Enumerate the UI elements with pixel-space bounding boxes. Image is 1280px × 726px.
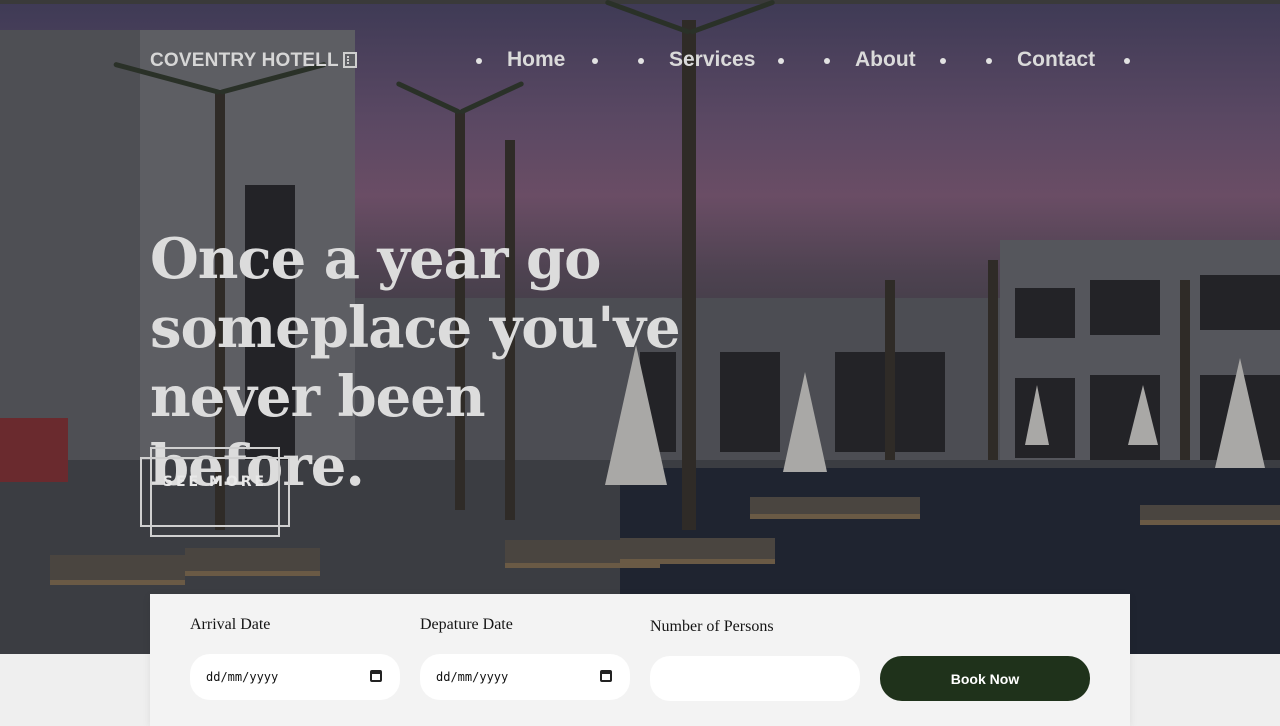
nav-home[interactable]: Home: [507, 48, 565, 72]
window: [1090, 280, 1160, 335]
nav-dot: [824, 58, 830, 64]
palm-frond: [458, 80, 525, 115]
palm-frond: [689, 0, 776, 35]
window: [720, 352, 780, 452]
lounger: [50, 555, 185, 585]
nav-services[interactable]: Services: [669, 48, 755, 72]
palm-frond: [604, 0, 691, 35]
palm-tree: [1180, 280, 1190, 460]
book-now-button[interactable]: Book Now: [880, 656, 1090, 701]
lounger: [185, 548, 320, 576]
nav-dot: [592, 58, 598, 64]
nav-dot: [940, 58, 946, 64]
departure-date-value: dd/mm/yyyy: [436, 670, 509, 684]
top-border: [0, 0, 1280, 4]
arrival-date-label: Arrival Date: [190, 616, 271, 633]
persons-label: Number of Persons: [650, 618, 774, 635]
nav-contact[interactable]: Contact: [1017, 48, 1095, 72]
palm-frond: [395, 80, 462, 115]
brand-logo[interactable]: COVENTRY HOTELL: [150, 50, 339, 72]
arrival-date-value: dd/mm/yyyy: [206, 670, 279, 684]
lounger: [620, 538, 775, 564]
window: [1200, 275, 1280, 330]
persons-input[interactable]: [650, 656, 860, 701]
nav-dot: [986, 58, 992, 64]
nav-dot: [778, 58, 784, 64]
booking-panel: Arrival Date dd/mm/yyyy Depature Date dd…: [150, 594, 1130, 726]
window: [1015, 288, 1075, 338]
see-more-button[interactable]: SEE MORE: [152, 475, 278, 490]
departure-date-input[interactable]: dd/mm/yyyy: [420, 654, 630, 700]
arrival-date-input[interactable]: dd/mm/yyyy: [190, 654, 400, 700]
window: [1015, 378, 1075, 458]
building-icon: [343, 52, 357, 68]
palm-tree: [988, 260, 998, 460]
calendar-icon[interactable]: [370, 670, 382, 682]
departure-date-label: Depature Date: [420, 616, 513, 633]
nav-dot: [638, 58, 644, 64]
red-sign: [0, 418, 68, 482]
see-more-frame-inner: [150, 447, 280, 537]
lounger: [750, 497, 920, 519]
top-nav: COVENTRY HOTELL Home Services About Cont…: [150, 44, 1130, 78]
nav-about[interactable]: About: [855, 48, 916, 72]
calendar-icon[interactable]: [600, 670, 612, 682]
lounger: [1140, 505, 1280, 525]
palm-tree: [885, 280, 895, 460]
hero-section: COVENTRY HOTELL Home Services About Cont…: [0, 0, 1280, 654]
nav-dot: [1124, 58, 1130, 64]
nav-dot: [476, 58, 482, 64]
